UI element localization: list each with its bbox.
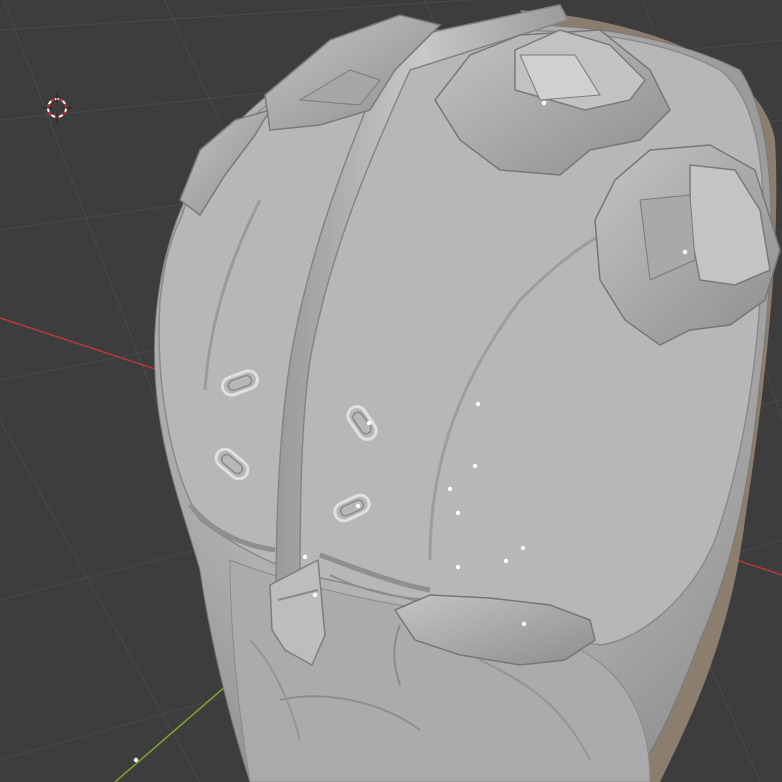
3d-viewport[interactable] <box>0 0 782 782</box>
viewport-scene[interactable] <box>0 0 782 782</box>
3d-cursor-icon[interactable] <box>42 93 72 123</box>
helmet-sculpt-mesh[interactable] <box>153 4 781 782</box>
